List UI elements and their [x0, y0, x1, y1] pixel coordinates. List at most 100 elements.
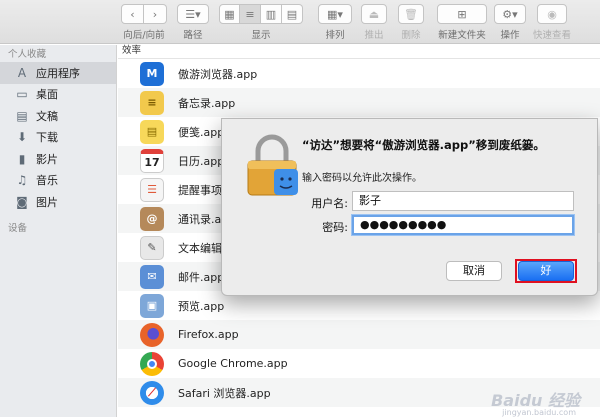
downloads-icon: ⬇ — [16, 130, 28, 145]
list-view-button[interactable]: ≡ — [240, 4, 261, 24]
eject-group: ⏏ 推出 — [361, 4, 387, 41]
quicklook-label: 快速查看 — [533, 30, 572, 41]
path-group: ☰▾ 路径 — [177, 4, 209, 41]
list-item[interactable]: Firefox.app — [118, 320, 600, 349]
arrange-label: 排列 — [325, 30, 345, 41]
forward-button[interactable]: › — [144, 4, 167, 24]
file-name: 提醒事项. — [178, 183, 226, 197]
newfolder-label: 新建文件夹 — [438, 30, 486, 41]
arrange-button[interactable]: ▦▾ — [318, 4, 352, 24]
password-label: 密码: — [322, 221, 348, 234]
back-button[interactable]: ‹ — [121, 4, 144, 24]
calendar-icon: 17 — [140, 148, 164, 173]
path-button[interactable]: ☰▾ — [177, 4, 209, 24]
sidebar-item-label: 下载 — [36, 131, 58, 145]
file-name: 邮件.app — [178, 270, 225, 284]
action-group: ⚙▾ 操作 — [494, 4, 526, 41]
dialog-subtitle: 输入密码以允许此次操作。 — [302, 173, 422, 184]
maxthon-icon: M — [140, 61, 164, 86]
movies-icon: ▮ — [18, 151, 26, 166]
new-folder-icon: ⊞ — [457, 7, 467, 21]
list-view-icon: ≡ — [245, 7, 255, 21]
eject-button[interactable]: ⏏ — [361, 4, 387, 24]
textedit-icon: ✎ — [140, 235, 164, 260]
icon-view-icon: ▦ — [224, 7, 235, 21]
music-icon: ♫ — [16, 173, 28, 188]
arrange-group: ▦▾ 排列 — [318, 4, 352, 41]
stickies-icon: ▤ — [140, 119, 164, 144]
favorites-section-title: 个人收藏 — [8, 49, 47, 60]
file-name: Safari 浏览器.app — [178, 386, 271, 400]
icon-view-button[interactable]: ▦ — [219, 4, 240, 24]
notes-icon: ≡ — [140, 90, 164, 115]
quicklook-group: ◉ 快速查看 — [533, 4, 571, 41]
list-item[interactable]: ≡ 备忘录.app — [118, 88, 600, 117]
file-name: Firefox.app — [178, 328, 239, 341]
action-label: 操作 — [500, 30, 520, 41]
file-name: 备忘录.app — [178, 96, 236, 110]
preview-icon: ▣ — [140, 293, 164, 318]
chevron-left-icon: ‹ — [130, 7, 135, 21]
contacts-icon: @ — [140, 206, 164, 231]
sidebar: 个人收藏 A 应用程序 ▭ 桌面 ▤ 文稿 ⬇ 下载 ▮ 影片 ♫ 音乐 ◙ 图… — [0, 45, 117, 417]
applications-icon: A — [17, 65, 27, 80]
firefox-icon — [140, 322, 164, 347]
arrange-icon: ▦▾ — [327, 7, 343, 21]
sidebar-item-label: 影片 — [36, 152, 58, 166]
password-field[interactable]: ●●●●●●●●● — [352, 215, 574, 235]
file-name: 文本编辑. — [178, 241, 226, 255]
sidebar-item-desktop[interactable]: ▭ 桌面 — [0, 84, 116, 106]
sidebar-item-documents[interactable]: ▤ 文稿 — [0, 105, 116, 127]
ok-button-highlight — [515, 259, 577, 283]
username-label: 用户名: — [311, 197, 348, 210]
column-header[interactable]: 效率 — [118, 45, 600, 59]
view-group: ▦ ≡ ▥ ▤ 显示 — [219, 4, 303, 41]
mail-icon: ✉ — [140, 264, 164, 289]
sidebar-item-label: 应用程序 — [36, 66, 80, 80]
dialog-title: “访达”想要将“傲游浏览器.app”移到废纸篓。 — [302, 138, 545, 152]
file-name: Google Chrome.app — [178, 357, 288, 370]
view-label: 显示 — [251, 30, 271, 41]
file-name: 预览.app — [178, 299, 225, 313]
action-button[interactable]: ⚙▾ — [494, 4, 526, 24]
chevron-right-icon: › — [152, 7, 158, 21]
sidebar-item-music[interactable]: ♫ 音乐 — [0, 170, 116, 192]
sidebar-item-label: 桌面 — [36, 88, 58, 102]
sidebar-item-label: 音乐 — [36, 174, 58, 188]
desktop-icon: ▭ — [16, 87, 28, 102]
sidebar-item-pictures[interactable]: ◙ 图片 — [0, 191, 116, 213]
sidebar-item-label: 图片 — [36, 195, 58, 209]
sidebar-item-label: 文稿 — [36, 109, 58, 123]
gallery-view-button[interactable]: ▤ — [282, 4, 303, 24]
baidu-watermark-url: jingyan.baidu.com — [502, 408, 576, 417]
chrome-icon — [140, 351, 164, 376]
path-menu-icon: ☰▾ — [185, 7, 201, 21]
gallery-view-icon: ▤ — [286, 7, 298, 21]
username-field[interactable]: 影子 — [352, 191, 574, 211]
nav-group: ‹ › 向后/向前 — [121, 4, 167, 41]
safari-icon: ⟋ — [140, 380, 164, 405]
lock-icon — [247, 134, 298, 196]
file-name: 日历.app — [178, 154, 225, 168]
list-item[interactable]: Google Chrome.app — [118, 349, 600, 378]
sidebar-item-movies[interactable]: ▮ 影片 — [0, 148, 116, 170]
eject-label: 推出 — [364, 30, 384, 41]
delete-label: 删除 — [401, 30, 421, 41]
sidebar-item-applications[interactable]: A 应用程序 — [0, 62, 116, 84]
path-label: 路径 — [183, 30, 203, 41]
eye-icon: ◉ — [547, 7, 557, 21]
nav-label: 向后/向前 — [123, 30, 165, 41]
sidebar-item-downloads[interactable]: ⬇ 下载 — [0, 127, 116, 149]
cancel-button[interactable]: 取消 — [446, 261, 502, 281]
column-view-button[interactable]: ▥ — [261, 4, 282, 24]
devices-section-title: 设备 — [8, 222, 28, 234]
delete-button[interactable]: 🗑 — [398, 4, 424, 24]
newfolder-group: ⊞ 新建文件夹 — [437, 4, 487, 41]
column-view-icon: ▥ — [265, 7, 277, 21]
file-name: 傲游浏览器.app — [178, 67, 258, 81]
quicklook-button[interactable]: ◉ — [537, 4, 567, 24]
new-folder-button[interactable]: ⊞ — [437, 4, 487, 24]
eject-icon: ⏏ — [368, 7, 380, 21]
list-item[interactable]: M 傲游浏览器.app — [118, 59, 600, 88]
auth-dialog: “访达”想要将“傲游浏览器.app”移到废纸篓。 输入密码以允许此次操作。 用户… — [221, 118, 598, 296]
